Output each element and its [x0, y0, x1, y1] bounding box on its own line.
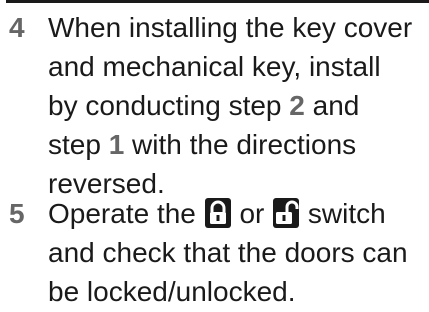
top-rule — [6, 0, 429, 3]
step-4-line-1: When installing the key cover — [48, 12, 413, 43]
text: and — [304, 90, 360, 121]
step-5-text: Operate the or switch and check that the… — [48, 194, 426, 311]
lock-open-icon — [273, 198, 300, 228]
text: step — [48, 129, 109, 160]
step-4-line-2: and mechanical key, install — [48, 51, 381, 82]
text: with the directions — [124, 129, 357, 160]
step-reference: 2 — [289, 90, 305, 121]
step-4-text: When installing the key cover and mechan… — [48, 8, 426, 203]
text: Operate the — [48, 198, 196, 229]
text: or — [239, 198, 265, 229]
step-number: 4 — [9, 12, 25, 43]
text: by conducting step — [48, 90, 290, 121]
step-5-line-3: be locked/unlocked. — [48, 276, 296, 307]
step-5-line-2: and check that the doors can — [48, 237, 408, 268]
text: switch — [307, 198, 386, 229]
step-4-line-3: by conducting step 2 and — [48, 86, 426, 125]
step-number: 5 — [9, 198, 25, 229]
step-5-line-1: Operate the or switch — [48, 194, 426, 233]
lock-closed-icon — [204, 198, 231, 228]
step-4-line-4: step 1 with the directions — [48, 125, 426, 164]
step-reference: 1 — [108, 129, 125, 160]
